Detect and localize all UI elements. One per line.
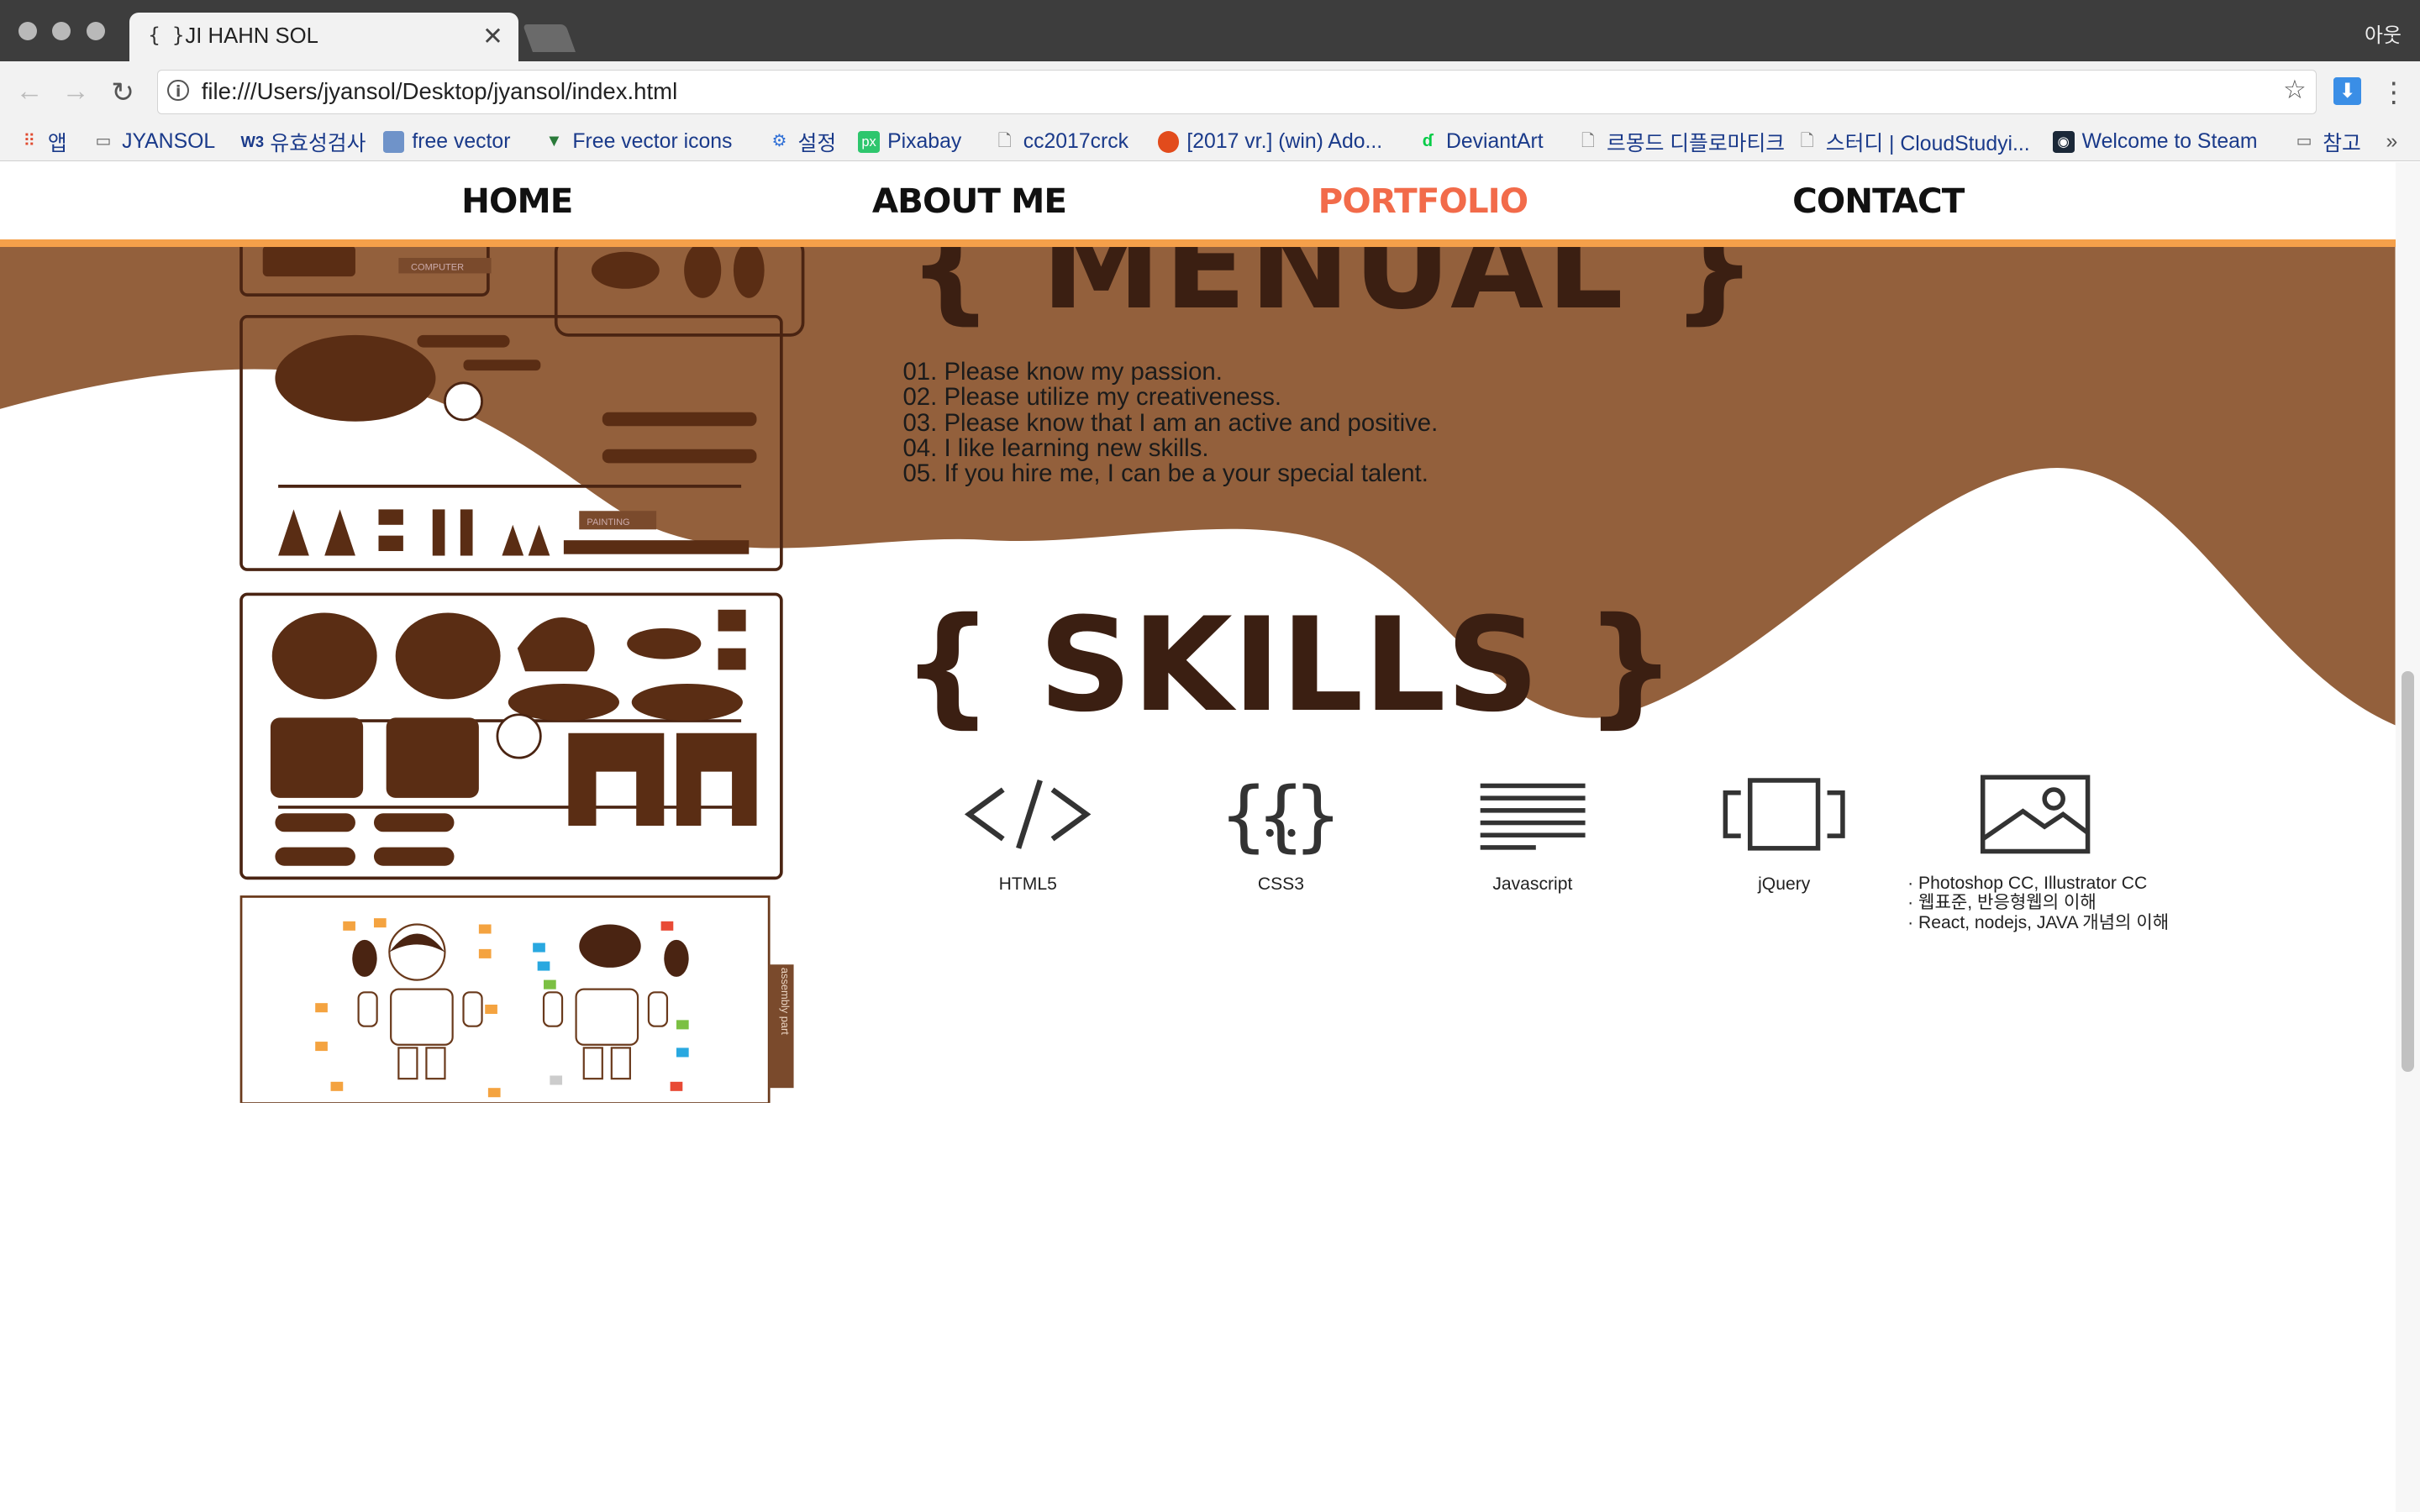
gear-icon: ⚙ <box>771 132 787 151</box>
profile-label[interactable]: 아웃 <box>2365 18 2402 48</box>
page-icon: 🗋 <box>997 132 1012 151</box>
image-icon <box>382 131 405 153</box>
url-text[interactable]: file:///Users/jyansol/Desktop/jyansol/in… <box>202 78 677 105</box>
folder-icon: ▭ <box>95 132 112 151</box>
info-icon[interactable]: i <box>167 79 190 102</box>
text-lines-icon <box>1480 784 1586 850</box>
bookmark-steam[interactable]: ◉ Welcome to Steam <box>2052 127 2258 158</box>
skill-label: jQuery <box>1758 874 1811 895</box>
skill-detail-line: · 웹표준, 반응형웹의 이해 <box>1907 893 2096 913</box>
deviantart-icon: ɗ <box>1422 132 1434 151</box>
computer-tag: COMPUTER <box>411 262 464 272</box>
skill-label: HTML5 <box>998 874 1057 895</box>
image-frame-icon <box>1981 774 2091 854</box>
painting-tag: PAINTING <box>587 517 629 527</box>
address-bar[interactable]: i file:///Users/jyansol/Desktop/jyansol/… <box>157 69 2317 115</box>
menual-item: 04. I like learning new skills. <box>902 433 1209 462</box>
back-arrow-icon[interactable]: ← <box>15 76 43 108</box>
steam-icon: ◉ <box>2052 131 2075 153</box>
red-circle-icon <box>1157 131 1180 153</box>
nav-about-me[interactable]: ABOUT ME <box>872 181 1067 221</box>
menual-item: 05. If you hire me, I can be a your spec… <box>902 459 1428 488</box>
bookmark-adobe-2017[interactable]: [2017 vr.] (win) Ado... <box>1157 127 1382 158</box>
page-icon: 🗋 <box>1800 132 1814 151</box>
close-window-button[interactable] <box>18 21 38 40</box>
bookmark-deviantart[interactable]: ɗ DeviantArt <box>1417 127 1544 158</box>
skill-graphics <box>1943 771 2128 858</box>
bookmark-lemonde[interactable]: 🗋 르몽드 디플로마티크 <box>1577 127 1785 158</box>
skill-label: CSS3 <box>1257 874 1305 895</box>
download-icon[interactable]: ⬇ <box>2333 76 2362 105</box>
site-navigation: HOME ABOUT ME PORTFOLIO CONTACT <box>0 161 2396 239</box>
pixabay-icon: px <box>858 131 880 153</box>
svg-text:{: { <box>1221 771 1267 858</box>
menual-item: 02. Please utilize my creativeness. <box>902 383 1282 412</box>
menual-item: 01. Please know my passion. <box>902 357 1223 386</box>
bookmark-apps[interactable]: ⠿ 앱 <box>18 127 66 158</box>
bookmarks-overflow-button[interactable]: » <box>2386 127 2398 158</box>
nav-home[interactable]: HOME <box>461 181 573 221</box>
page-icon: 🗋 <box>1581 132 1596 151</box>
reload-icon[interactable]: ↻ <box>111 76 134 109</box>
flaticon-icon: ▼ <box>545 132 563 151</box>
browser-toolbar: ← → ↻ i file:///Users/jyansol/Desktop/jy… <box>0 61 2420 123</box>
bookmark-jyansol[interactable]: ▭ JYANSOL <box>92 127 216 158</box>
forward-arrow-icon[interactable]: → <box>61 76 89 108</box>
maximize-window-button[interactable] <box>86 21 105 40</box>
tab-favicon: { } <box>148 23 185 47</box>
skill-javascript: Javascript <box>1440 771 1625 895</box>
browser-tab[interactable]: { } JI HAHN SOL ✕ <box>129 12 519 62</box>
browser-title-bar: { } JI HAHN SOL ✕ 아웃 <box>0 0 2420 62</box>
skill-label: Javascript <box>1492 874 1573 895</box>
tab-title: JI HAHN SOL <box>185 24 318 49</box>
bookmark-flaticon[interactable]: ▼ Free vector icons <box>544 127 732 158</box>
bookmark-cc2017[interactable]: 🗋 cc2017crck <box>994 127 1128 158</box>
menu-kebab-icon[interactable]: ⋮ <box>2380 76 2407 109</box>
bookmark-star-icon[interactable]: ☆ <box>2283 75 2307 105</box>
folder-icon: ▭ <box>2296 132 2312 151</box>
code-brackets-icon <box>964 780 1092 850</box>
minimize-window-button[interactable] <box>52 21 71 40</box>
skill-jquery: jQuery <box>1691 771 1876 895</box>
skill-html5: HTML5 <box>935 771 1120 895</box>
page-viewport: COMPUTER PAINTING assembly part HOME ABO… <box>0 161 2396 1512</box>
nav-contact[interactable]: CONTACT <box>1792 181 1965 221</box>
skill-graphics-details: · Photoshop CC, Illustrator CC · 웹표준, 반응… <box>1907 874 2169 934</box>
nav-portfolio[interactable]: PORTFOLIO <box>1318 181 1528 221</box>
skill-css3: { } { CSS3 <box>1188 771 1373 895</box>
model-kit-parts-illustration: COMPUTER PAINTING assembly part <box>239 239 804 1104</box>
skill-detail-line: · React, nodejs, JAVA 개념의 이해 <box>1907 913 2170 933</box>
nav-underline-bar <box>0 239 2396 247</box>
skill-detail-line: · Photoshop CC, Illustrator CC <box>1907 873 2148 893</box>
skills-heading: { SKILLS } <box>901 591 1677 742</box>
bookmark-pixabay[interactable]: px Pixabay <box>858 127 961 158</box>
bookmark-settings[interactable]: ⚙ 설정 <box>769 127 836 158</box>
bookmark-free-vector[interactable]: free vector <box>382 127 510 158</box>
apps-grid-icon: ⠿ <box>23 132 36 151</box>
svg-text:}: } <box>1295 771 1341 858</box>
page-scrollbar[interactable] <box>2395 161 2420 1512</box>
close-icon[interactable]: ✕ <box>482 22 503 51</box>
curly-braces-icon: { } { <box>1221 771 1341 858</box>
menual-list: 01. Please know my passion. 02. Please u… <box>902 360 1438 487</box>
assembly-part-tag: assembly part <box>778 968 791 1035</box>
bookmark-w3c[interactable]: W3 유효성검사 <box>241 127 366 158</box>
new-tab-button[interactable] <box>523 24 576 53</box>
bookmark-reference-folder[interactable]: ▭ 참고 <box>2293 127 2361 158</box>
menual-item: 03. Please know that I am an active and … <box>902 408 1439 437</box>
w3c-icon: W3 <box>240 133 265 151</box>
scrollbar-thumb[interactable] <box>2401 670 2414 1073</box>
bookmark-cloudstudy[interactable]: 🗋 스터디 | CloudStudyi... <box>1797 127 2030 158</box>
carousel-icon <box>1723 778 1845 851</box>
bookmarks-bar: ⠿ 앱 ▭ JYANSOL W3 유효성검사 free vector ▼ Free ve… <box>0 123 2420 161</box>
